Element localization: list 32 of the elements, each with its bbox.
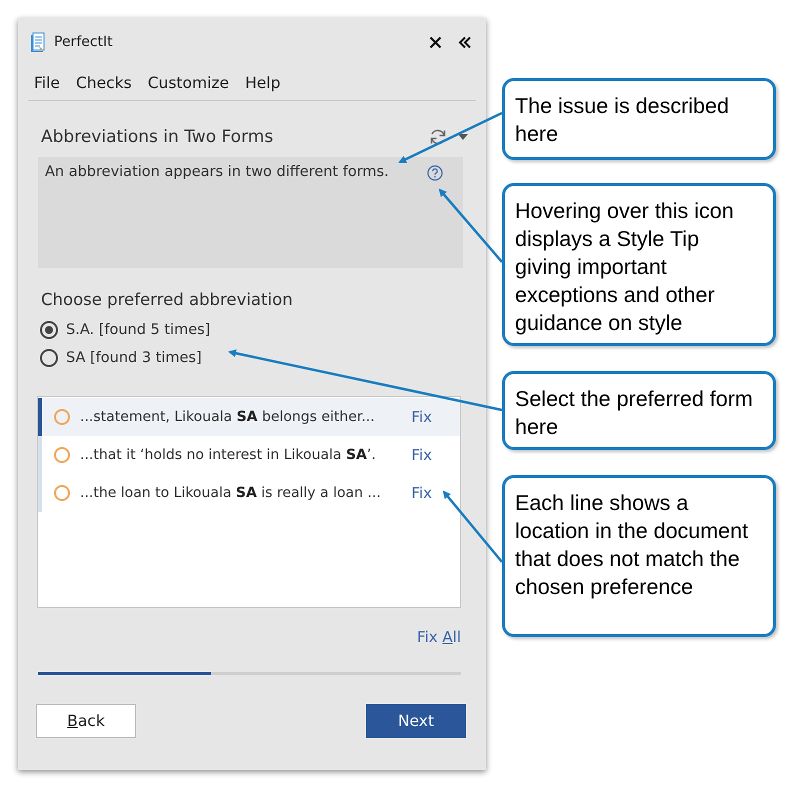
menu-item[interactable]: Help — [239, 74, 290, 92]
callout: The issue is described here — [502, 78, 776, 160]
radio-button[interactable] — [40, 349, 58, 367]
callout: Select the preferred form here — [502, 371, 776, 450]
dropdown-caret-icon[interactable] — [458, 134, 468, 140]
location-row[interactable]: ...the loan to Likouala SA is really a loan ... Fix — [38, 474, 460, 512]
option-label: S.A. [found 5 times] — [66, 322, 210, 338]
issue-title: Abbreviations in Two Forms — [41, 127, 274, 147]
back-button[interactable]: Back — [36, 704, 136, 738]
fix-link[interactable]: Fix — [411, 446, 432, 464]
radio-button[interactable] — [40, 321, 58, 339]
fix-link[interactable]: Fix — [411, 484, 432, 502]
fix-link[interactable]: Fix — [411, 408, 432, 426]
fix-all-link[interactable]: Fix All — [417, 628, 461, 646]
window-title: PerfectIt — [54, 34, 113, 50]
location-row[interactable]: ...statement, Likouala SA belongs either... Fix — [38, 398, 460, 436]
help-icon[interactable] — [427, 165, 443, 181]
close-icon[interactable] — [429, 36, 442, 48]
status-circle-icon — [54, 409, 70, 425]
menu-item[interactable]: File — [28, 74, 70, 92]
callout: Each line shows a location in the document that does not match the chosen preference — [502, 475, 776, 637]
option-label: SA [found 3 times] — [66, 350, 202, 366]
menu-item[interactable]: Customize — [142, 74, 240, 92]
callout: Hovering over this icon displays a Style Tip giving important exceptions and other guidance on style — [502, 183, 776, 346]
status-circle-icon — [54, 485, 70, 501]
options-heading: Choose preferred abbreviation — [41, 290, 294, 309]
next-button[interactable]: Next — [366, 704, 466, 738]
menu-item[interactable]: Checks — [70, 74, 142, 92]
status-circle-icon — [54, 447, 70, 463]
issue-description: An abbreviation appears in two different forms. — [45, 164, 390, 180]
collapse-icon[interactable] — [458, 36, 472, 48]
location-row[interactable]: ...that it ‘holds no interest in Likouala SA’. Fix — [38, 436, 460, 474]
